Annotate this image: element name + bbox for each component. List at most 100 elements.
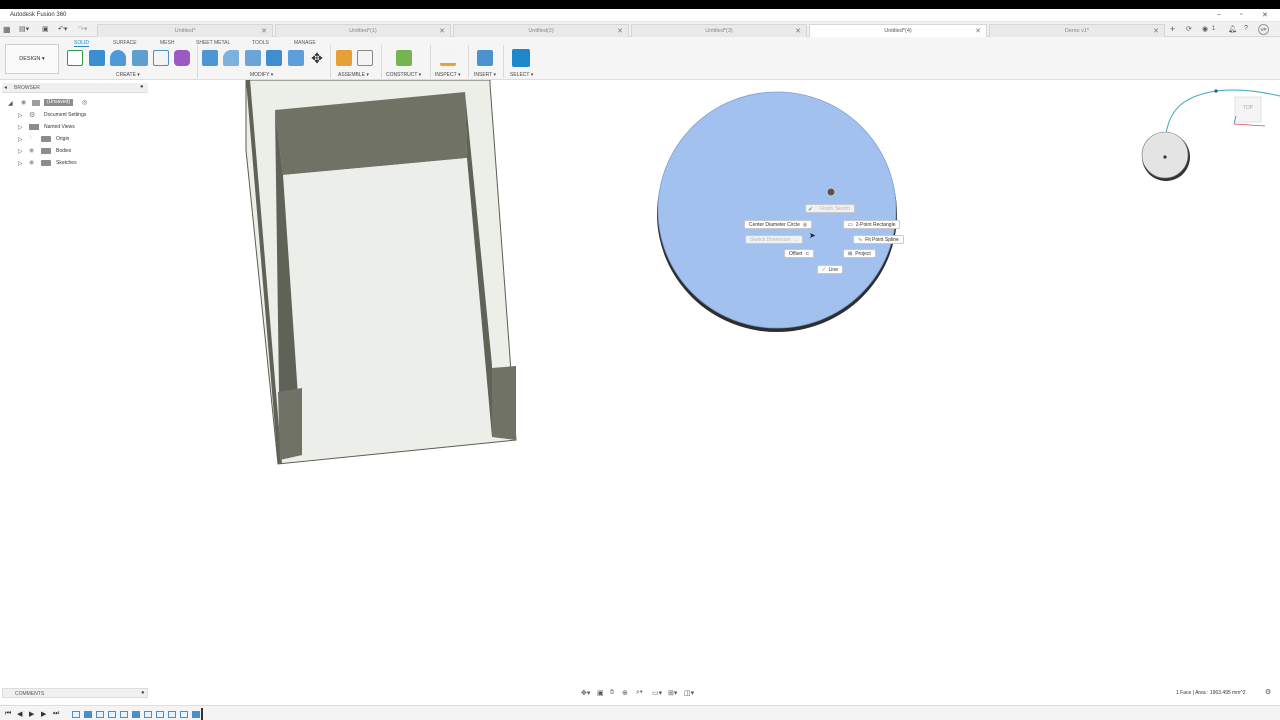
timeline-feature[interactable] [180,711,188,718]
inspect-menu[interactable]: INSPECT ▾ [435,72,460,78]
shell-icon[interactable] [288,50,304,66]
close-tab-icon[interactable]: ✕ [795,27,801,35]
tab-sheet-metal[interactable]: SHEET METAL [196,40,230,46]
help-icon[interactable]: ? [1244,25,1248,32]
minimize-icon[interactable]: – [1217,11,1221,18]
tab-solid[interactable]: SOLID [74,40,90,47]
combine-icon[interactable] [266,50,282,66]
insert-image-icon[interactable] [477,50,493,66]
workspace-switcher-button[interactable]: DESIGN ▾ [5,44,59,74]
close-tab-icon[interactable]: ✕ [439,27,445,35]
tab-untitled-1[interactable]: Untitled*(1) ✕ [275,24,451,37]
tab-demo[interactable]: Demo v1* ✕ [989,24,1165,37]
press-pull-icon[interactable] [202,50,218,66]
move-icon[interactable]: ✥ [309,50,325,66]
tab-manage[interactable]: MANAGE [294,40,316,46]
insert-menu[interactable]: INSERT ▾ [474,72,496,78]
line-button[interactable]: ⟋ Line [817,265,843,274]
step-forward-icon[interactable]: ▶ [41,710,46,718]
create-sketch-icon[interactable] [67,50,83,66]
timeline-feature[interactable] [144,711,152,718]
browser-header[interactable]: ◂ BROWSER ● [2,83,148,93]
new-component-icon[interactable] [336,50,352,66]
timeline-feature[interactable] [192,711,200,718]
construct-menu[interactable]: CONSTRUCT ▾ [386,72,421,78]
pin-icon[interactable]: ● [140,84,144,90]
grid-settings-icon[interactable]: ⊞▾ [668,689,677,697]
notifications-icon[interactable]: 🔔︎ [1228,25,1237,33]
timeline-feature[interactable] [96,711,104,718]
tab-untitled-3[interactable]: Untitled*(3) ✕ [631,24,807,37]
offset-button[interactable]: Offset ⊂ [784,249,815,258]
app-grid-icon[interactable]: ▦ [3,25,11,34]
select-menu[interactable]: SELECT ▾ [510,72,533,78]
orbit-icon[interactable]: ✥▾ [581,689,590,697]
timeline-feature[interactable] [132,711,140,718]
timeline-feature[interactable] [156,711,164,718]
offset-plane-icon[interactable] [396,50,412,66]
browser-root[interactable]: ◢ ◉ (Unsaved) ◎ [0,97,150,109]
refresh-icon[interactable]: ⟳ [1186,25,1192,33]
close-window-icon[interactable]: ✕ [1262,11,1268,19]
visibility-icon[interactable]: ◉ [29,147,34,154]
step-back-icon[interactable]: ◀ [17,710,22,718]
viewport-canvas[interactable] [150,80,1280,686]
close-tab-icon[interactable]: ✕ [975,27,981,35]
assemble-menu[interactable]: ASSEMBLE ▾ [338,72,369,78]
tab-untitled[interactable]: Untitled* ✕ [97,24,273,37]
timeline-feature[interactable] [84,711,92,718]
pin-icon[interactable]: ● [141,690,145,696]
pan-icon[interactable]: ✋︎ [610,689,614,697]
sweep-icon[interactable] [132,50,148,66]
zoom-icon[interactable]: ⊕ [622,689,628,697]
expand-icon[interactable]: ▷ [18,148,23,155]
fit-point-spline-button[interactable]: ∿ Fit Point Spline [853,235,904,244]
expand-icon[interactable]: ▷ [18,124,23,131]
center-diameter-circle-button[interactable]: Center Diameter Circle ◎ [744,220,813,229]
visibility-icon[interactable]: ◌ [29,135,33,141]
project-button[interactable]: ⊞ Project [843,249,876,258]
save-icon[interactable]: ▣ [42,25,49,33]
joint-icon[interactable] [357,50,373,66]
collapse-icon[interactable]: ◂ [4,84,7,91]
close-tab-icon[interactable]: ✕ [261,27,267,35]
tab-tools[interactable]: TOOLS [252,40,269,46]
browser-item-bodies[interactable]: ▷ ◉ Bodies [0,145,150,157]
undo-icon[interactable]: ↶▾ [58,25,67,33]
maximize-icon[interactable]: ▫ [1240,11,1242,18]
create-menu[interactable]: CREATE ▾ [116,72,140,78]
play-icon[interactable]: ▶ [29,710,34,718]
user-avatar[interactable]: VP [1258,24,1269,35]
tab-untitled-4[interactable]: Untitled*(4) ✕ [809,24,987,37]
finish-sketch-button[interactable]: ✔ Finish Sketch [805,204,856,213]
expand-icon[interactable]: ▷ [18,136,23,143]
new-tab-icon[interactable]: + [1170,24,1175,34]
select-icon[interactable] [512,49,530,67]
visibility-icon[interactable]: ◉ [21,99,26,106]
redo-icon[interactable]: ↷▾ [78,25,87,33]
viewcube-area[interactable] [1141,89,1280,181]
box-body[interactable] [245,80,517,465]
close-tab-icon[interactable]: ✕ [1153,27,1159,35]
timeline-feature[interactable] [120,711,128,718]
browser-item-document-settings[interactable]: ▷ ⚙ Document Settings [0,109,150,121]
comments-panel[interactable]: COMMENTS ● [2,688,148,698]
display-settings-icon[interactable]: ▭▾ [652,689,662,697]
browser-item-origin[interactable]: ▷ ◌ Origin [0,133,150,145]
visibility-icon[interactable]: ◉ [29,159,34,166]
go-to-end-icon[interactable]: ⏭ [53,710,59,718]
tab-mesh[interactable]: MESH [160,40,174,46]
measure-icon[interactable] [440,50,456,66]
close-tab-icon[interactable]: ✕ [617,27,623,35]
timeline-feature[interactable] [108,711,116,718]
two-point-rectangle-button[interactable]: ▭ 2-Point Rectangle [843,220,901,229]
extrude-icon[interactable] [89,50,105,66]
expand-icon[interactable]: ▷ [18,160,23,167]
file-menu-icon[interactable]: ▤▾ [19,25,29,33]
sketch-dimension-button[interactable]: Sketch Dimension ↔ [745,235,804,244]
modify-menu[interactable]: MODIFY ▾ [250,72,273,78]
expand-icon[interactable]: ◢ [8,100,13,107]
form-icon[interactable] [174,50,190,66]
loft-icon[interactable] [153,50,169,66]
go-to-start-icon[interactable]: ⏮ [5,710,11,718]
